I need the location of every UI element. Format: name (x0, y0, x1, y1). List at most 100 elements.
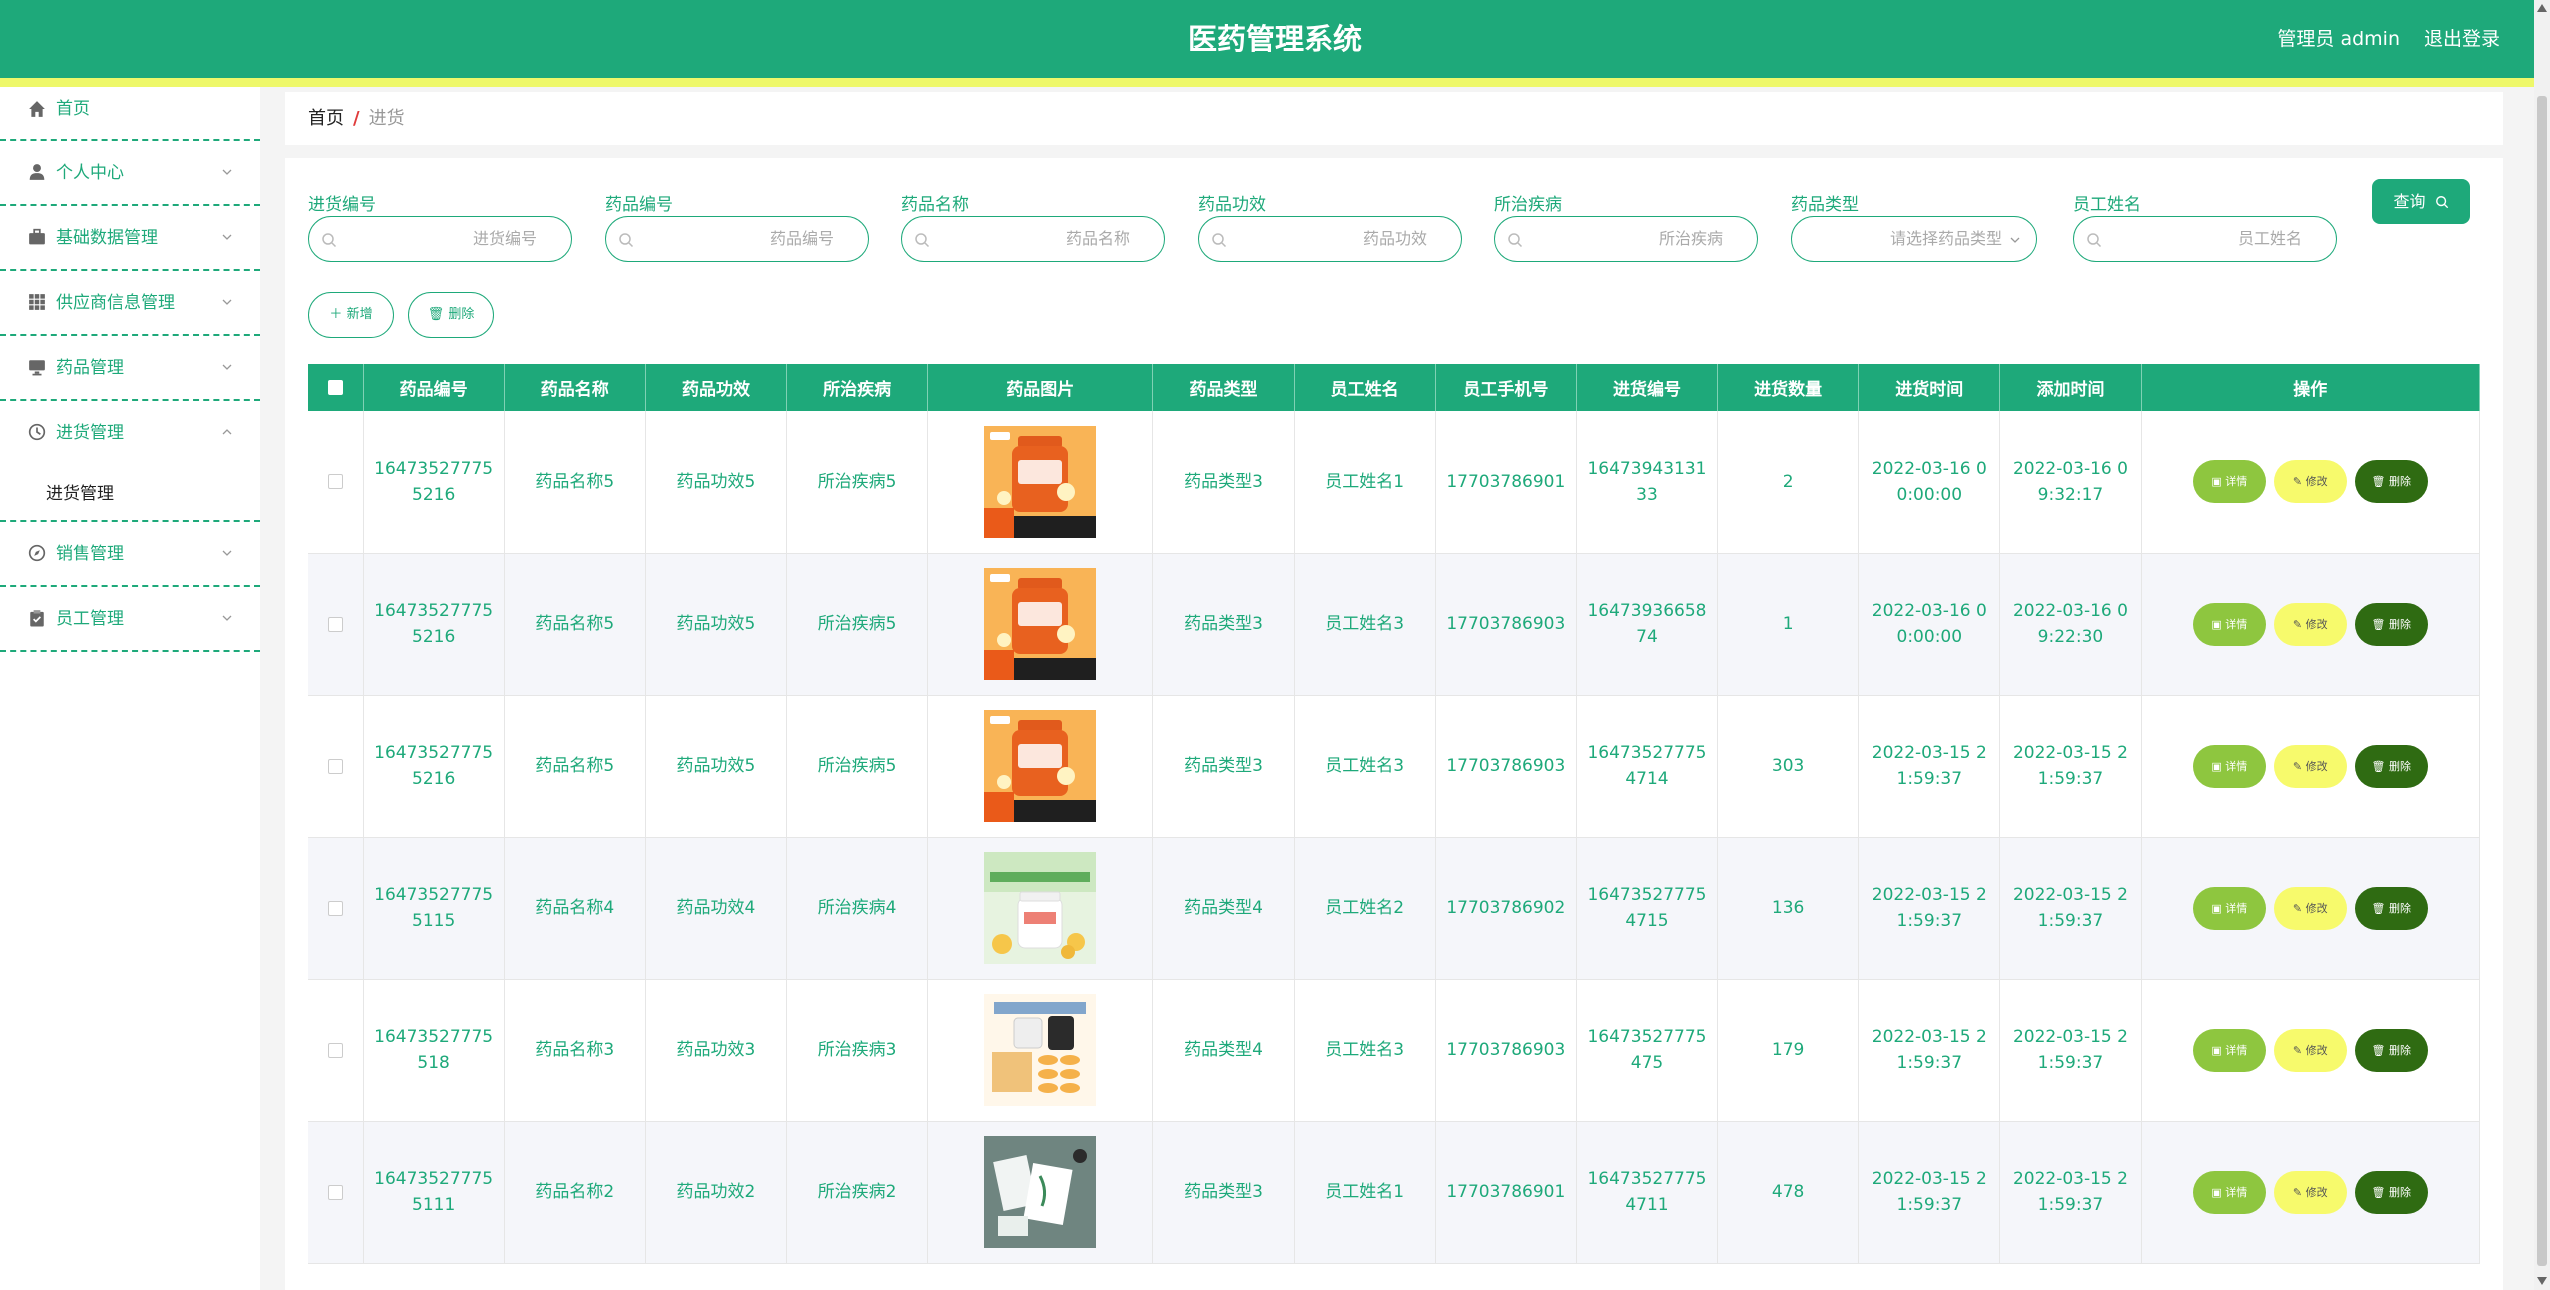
column-header: 药品功效 (645, 364, 788, 411)
cell-purchase-id: 164735277754715 (1576, 837, 1719, 980)
delete-button[interactable]: 🗑 删除 (2354, 1028, 2428, 1072)
delete-button[interactable]: 🗑 删除 (2354, 602, 2428, 646)
edit-button[interactable]: ✎ 修改 (2273, 1028, 2347, 1072)
bulk-delete-button[interactable]: 🗑 删除 (408, 292, 494, 338)
cell-purchase-id: 16473527775475 (1576, 979, 1719, 1122)
sidebar-item-basic-data[interactable]: 基础数据管理 (0, 206, 260, 271)
cell-purchase-qty: 303 (1717, 695, 1860, 838)
detail-button[interactable]: ▣ 详情 (2192, 460, 2266, 504)
edit-button[interactable]: ✎ 修改 (2273, 1170, 2347, 1214)
cell-purchase-time: 2022-03-15 21:59:37 (1858, 837, 2001, 980)
edit-icon: ✎ (2292, 1043, 2306, 1057)
search-icon (322, 233, 337, 248)
chevron-down-icon (2010, 237, 2020, 243)
sidebar-item-personal-center[interactable]: 个人中心 (0, 141, 260, 206)
cell-operations: ▣ 详情 ✎ 修改 🗑 删除 (2141, 695, 2481, 838)
sidebar-item-staff[interactable]: 员工管理 (0, 587, 260, 652)
filter-drug-name: 药品名称 药品名称 (901, 190, 1165, 262)
chevron-down-icon (222, 169, 232, 175)
cell-staff-phone: 17703786901 (1435, 411, 1577, 554)
row-select-cell[interactable] (308, 1121, 364, 1264)
drug-image[interactable] (984, 852, 1097, 964)
row-checkbox[interactable] (327, 758, 343, 774)
search-icon (619, 233, 634, 248)
trash-icon: 🗑 (2371, 617, 2389, 631)
row-checkbox[interactable] (327, 616, 343, 632)
sidebar-subitem-purchase-management[interactable]: 进货管理 (0, 466, 260, 522)
scrollbar-thumb[interactable] (2537, 96, 2547, 1266)
cell-disease: 所治疾病4 (786, 837, 929, 980)
cell-add-time: 2022-03-15 21:59:37 (1999, 1121, 2142, 1264)
detail-button[interactable]: ▣ 详情 (2192, 1170, 2266, 1214)
row-select-cell[interactable] (308, 837, 364, 980)
cell-purchase-time: 2022-03-15 21:59:37 (1858, 695, 2001, 838)
row-select-cell[interactable] (308, 979, 364, 1122)
row-select-cell[interactable] (308, 695, 364, 838)
disease-input[interactable]: 所治疾病 (1494, 216, 1758, 262)
sidebar-item-drug[interactable]: 药品管理 (0, 336, 260, 401)
drug-effect-input[interactable]: 药品功效 (1198, 216, 1462, 262)
sidebar-item-purchase[interactable]: 进货管理 (0, 401, 260, 466)
grid-icon (29, 294, 45, 310)
drug-image[interactable] (984, 994, 1097, 1106)
edit-icon: ✎ (2292, 475, 2306, 489)
cell-operations: ▣ 详情 ✎ 修改 🗑 删除 (2141, 837, 2481, 980)
row-checkbox[interactable] (327, 474, 343, 490)
edit-button[interactable]: ✎ 修改 (2273, 886, 2347, 930)
cell-purchase-qty: 136 (1717, 837, 1860, 980)
cell-disease: 所治疾病2 (786, 1121, 929, 1264)
edit-button[interactable]: ✎ 修改 (2273, 602, 2347, 646)
detail-button[interactable]: ▣ 详情 (2192, 886, 2266, 930)
drug-image[interactable] (984, 425, 1097, 538)
select-all-cell[interactable] (308, 364, 364, 411)
detail-button[interactable]: ▣ 详情 (2192, 1028, 2266, 1072)
row-select-cell[interactable] (308, 553, 364, 696)
select-all-checkbox[interactable] (327, 380, 343, 395)
row-select-cell[interactable] (308, 411, 364, 554)
scroll-up-arrow-icon[interactable] (2537, 4, 2547, 12)
sidebar-item-supplier[interactable]: 供应商信息管理 (0, 271, 260, 336)
table-row: 164735277755115 药品名称4 药品功效4 所治疾病4 药品类型4 员工姓名2… (308, 837, 2481, 980)
cell-operations: ▣ 详情 ✎ 修改 🗑 删除 (2141, 411, 2481, 554)
staff-name-input[interactable]: 员工姓名 (2073, 216, 2337, 262)
detail-label: 详情 (2225, 475, 2248, 489)
cell-drug-name: 药品名称5 (504, 411, 646, 554)
filter-label: 所治疾病 (1494, 195, 1562, 215)
delete-button[interactable]: 🗑 删除 (2354, 886, 2428, 930)
row-checkbox[interactable] (327, 1184, 343, 1200)
delete-button[interactable]: 🗑 删除 (2354, 1170, 2428, 1214)
sidebar-item-sales[interactable]: 销售管理 (0, 522, 260, 587)
detail-button[interactable]: ▣ 详情 (2192, 602, 2266, 646)
delete-button[interactable]: 🗑 删除 (2354, 744, 2428, 788)
edit-button[interactable]: ✎ 修改 (2273, 460, 2347, 504)
row-checkbox[interactable] (327, 1042, 343, 1058)
sidebar-item-home[interactable]: 首页 (0, 87, 260, 141)
detail-icon: ▣ (2211, 759, 2226, 773)
drug-image[interactable] (984, 568, 1097, 680)
column-header: 药品名称 (504, 364, 646, 411)
filter-label: 进货编号 (308, 195, 376, 215)
cell-staff-phone: 17703786903 (1435, 695, 1577, 838)
add-button[interactable]: ＋ 新增 (308, 292, 394, 338)
scroll-down-arrow-icon[interactable] (2537, 1277, 2547, 1285)
logout-link[interactable]: 退出登录 (2424, 0, 2500, 78)
breadcrumb-home[interactable]: 首页 (308, 108, 344, 129)
column-header: 员工手机号 (1435, 364, 1577, 411)
row-checkbox[interactable] (327, 900, 343, 916)
drug-id-input[interactable]: 药品编号 (605, 216, 869, 262)
delete-button[interactable]: 🗑 删除 (2354, 460, 2428, 504)
edit-icon: ✎ (2292, 617, 2306, 631)
cell-drug-type: 药品类型3 (1152, 553, 1295, 696)
cell-drug-id: 164735277755216 (363, 553, 505, 696)
cell-drug-id: 164735277755216 (363, 411, 505, 554)
drug-name-input[interactable]: 药品名称 (901, 216, 1165, 262)
trash-icon: 🗑 (2371, 901, 2389, 915)
drug-image[interactable] (984, 710, 1097, 822)
query-button[interactable]: 查询 (2372, 179, 2470, 224)
drug-image[interactable] (984, 1136, 1097, 1248)
detail-button[interactable]: ▣ 详情 (2192, 744, 2266, 788)
edit-button[interactable]: ✎ 修改 (2273, 744, 2347, 788)
filter-disease: 所治疾病 所治疾病 (1494, 190, 1758, 262)
drug-type-select[interactable]: 请选择药品类型 (1791, 216, 2037, 262)
purchase-id-input[interactable]: 进货编号 (308, 216, 572, 262)
